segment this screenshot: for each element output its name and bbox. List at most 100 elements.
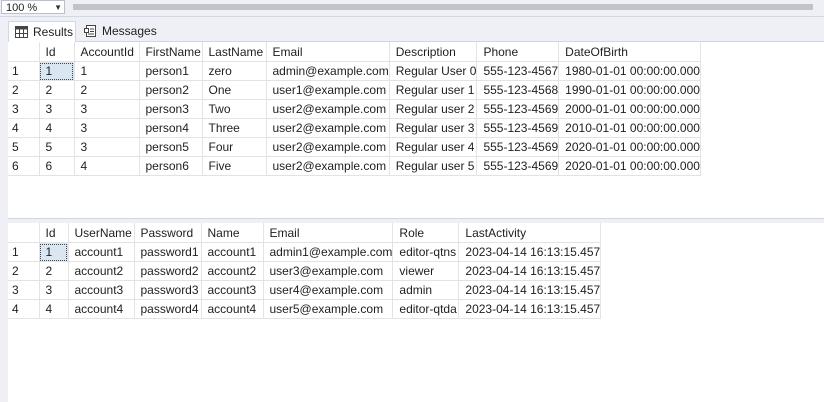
table-cell[interactable]: Regular User 0 [389,61,478,81]
row-number[interactable]: 5 [8,137,40,157]
table-cell[interactable]: 1 [39,242,69,262]
table-cell[interactable]: 2020-01-01 00:00:00.000 [558,137,701,157]
table-cell[interactable]: password4 [134,299,202,319]
row-number[interactable]: 1 [8,242,40,262]
table-cell[interactable]: 2000-01-01 00:00:00.000 [558,99,701,119]
table-cell[interactable]: admin [392,280,460,300]
zoom-select[interactable]: 100 % ▼ [1,0,65,14]
table-cell[interactable]: account4 [68,299,135,319]
table-cell[interactable]: 2 [39,80,75,100]
table-cell[interactable]: 555-123-4567 [476,61,560,81]
column-header[interactable]: Id [39,42,75,62]
row-number[interactable]: 3 [8,99,40,119]
table-cell[interactable]: 3 [39,280,69,300]
table-cell[interactable]: 2 [74,80,140,100]
column-header[interactable]: Role [392,223,460,243]
column-header[interactable]: Email [266,42,390,62]
column-header[interactable]: DateOfBirth [558,42,701,62]
table-cell[interactable]: 4 [74,156,140,176]
column-header[interactable]: Name [201,223,264,243]
table-cell[interactable]: 2023-04-14 16:13:15.457 [458,299,602,319]
table-cell[interactable]: Regular user 5 [389,156,478,176]
table-cell[interactable]: Three [202,118,267,138]
corner-cell[interactable] [8,223,40,243]
horizontal-scrollbar[interactable] [70,2,824,12]
row-number[interactable]: 4 [8,299,40,319]
table-cell[interactable]: user2@example.com [266,118,390,138]
table-cell[interactable]: password3 [134,280,202,300]
table-cell[interactable]: Four [202,137,267,157]
scrollbar-thumb[interactable] [73,4,813,10]
table-cell[interactable]: person2 [139,80,203,100]
table-cell[interactable]: 2 [39,261,69,281]
table-cell[interactable]: 3 [39,99,75,119]
table-cell[interactable]: Regular user 1 [389,80,478,100]
row-number[interactable]: 3 [8,280,40,300]
column-header[interactable]: UserName [68,223,135,243]
row-number[interactable]: 2 [8,80,40,100]
table-cell[interactable]: account3 [201,280,264,300]
column-header[interactable]: FirstName [139,42,203,62]
table-cell[interactable]: 2023-04-14 16:13:15.457 [458,280,602,300]
table-cell[interactable]: user2@example.com [266,156,390,176]
table-cell[interactable]: user5@example.com [263,299,394,319]
column-header[interactable]: AccountId [74,42,140,62]
table-cell[interactable]: 4 [39,299,69,319]
table-cell[interactable]: Five [202,156,267,176]
table-cell[interactable]: 6 [39,156,75,176]
table-cell[interactable]: person1 [139,61,203,81]
table-cell[interactable]: Regular user 3 [389,118,478,138]
table-cell[interactable]: user3@example.com [263,261,394,281]
table-cell[interactable]: Regular user 2 [389,99,478,119]
table-cell[interactable]: person4 [139,118,203,138]
table-cell[interactable]: admin1@example.com [263,242,394,262]
table-cell[interactable]: user2@example.com [266,99,390,119]
table-cell[interactable]: 3 [74,99,140,119]
table-cell[interactable]: 1 [39,61,75,81]
row-number[interactable]: 4 [8,118,40,138]
column-header[interactable]: Id [39,223,69,243]
table-cell[interactable]: 4 [39,118,75,138]
table-cell[interactable]: person3 [139,99,203,119]
table-cell[interactable]: 555-123-4568 [476,80,560,100]
table-cell[interactable]: admin@example.com [266,61,390,81]
table-cell[interactable]: editor-qtda [392,299,460,319]
tab-messages[interactable]: Messages [78,21,157,41]
table-cell[interactable]: account2 [201,261,264,281]
table-cell[interactable]: user2@example.com [266,137,390,157]
row-number[interactable]: 1 [8,61,40,81]
table-cell[interactable]: account1 [68,242,135,262]
row-number[interactable]: 2 [8,261,40,281]
row-number[interactable]: 6 [8,156,40,176]
table-cell[interactable]: viewer [392,261,460,281]
table-cell[interactable]: Two [202,99,267,119]
table-cell[interactable]: 3 [74,118,140,138]
table-cell[interactable]: 1980-01-01 00:00:00.000 [558,61,701,81]
table-cell[interactable]: person6 [139,156,203,176]
table-cell[interactable]: 2020-01-01 00:00:00.000 [558,156,701,176]
corner-cell[interactable] [8,42,40,62]
table-cell[interactable]: 555-123-4569 [476,156,560,176]
table-cell[interactable]: editor-qtns [392,242,460,262]
table-cell[interactable]: password1 [134,242,202,262]
table-cell[interactable]: account1 [201,242,264,262]
table-cell[interactable]: account3 [68,280,135,300]
table-cell[interactable]: zero [202,61,267,81]
tab-results[interactable]: Results [8,21,76,42]
table-cell[interactable]: account4 [201,299,264,319]
column-header[interactable]: Email [263,223,394,243]
table-cell[interactable]: 555-123-4569 [476,137,560,157]
table-cell[interactable]: 2010-01-01 00:00:00.000 [558,118,701,138]
column-header[interactable]: Phone [476,42,560,62]
column-header[interactable]: LastName [202,42,267,62]
table-cell[interactable]: 1 [74,61,140,81]
table-cell[interactable]: user4@example.com [263,280,394,300]
table-cell[interactable]: person5 [139,137,203,157]
column-header[interactable]: LastActivity [458,223,602,243]
table-cell[interactable]: 555-123-4569 [476,118,560,138]
table-cell[interactable]: One [202,80,267,100]
column-header[interactable]: Description [389,42,478,62]
table-cell[interactable]: 1990-01-01 00:00:00.000 [558,80,701,100]
column-header[interactable]: Password [134,223,202,243]
table-cell[interactable]: Regular user 4 [389,137,478,157]
